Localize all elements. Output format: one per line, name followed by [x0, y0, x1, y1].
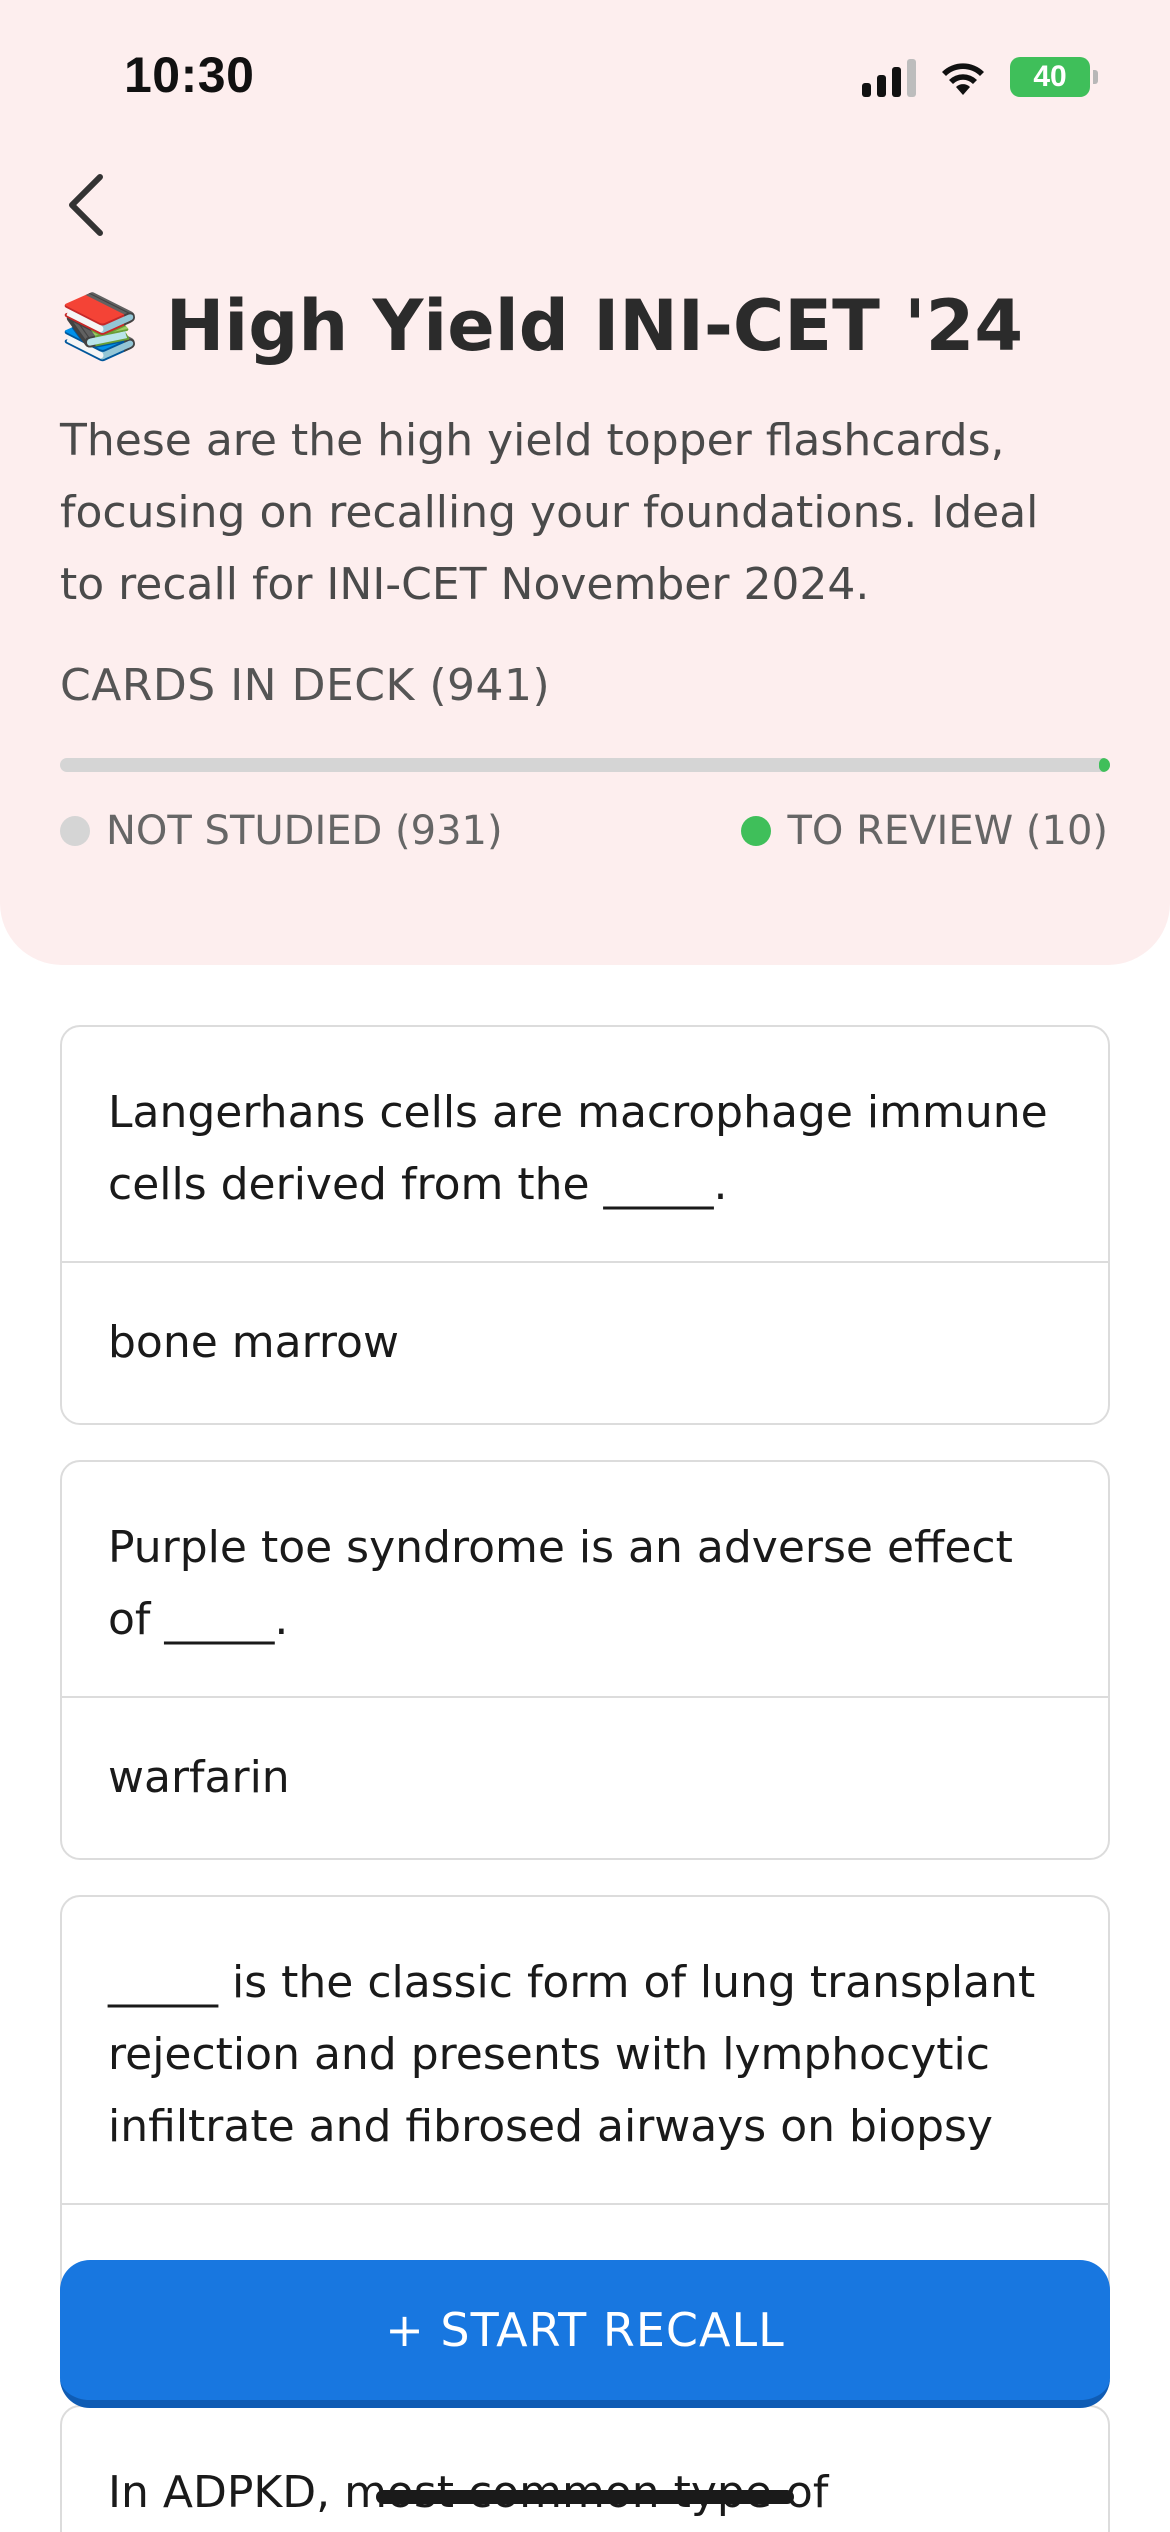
chevron-left-icon	[69, 174, 103, 236]
deck-progress-bar	[60, 758, 1110, 772]
to-review-dot-icon	[741, 816, 772, 846]
flashcard-answer: warfarin	[108, 1752, 290, 1803]
cellular-signal-icon	[862, 57, 916, 97]
to-review-label: TO REVIEW (10)	[787, 808, 1108, 854]
status-icons: 40	[862, 52, 1098, 102]
home-indicator	[376, 2490, 794, 2504]
deck-description: These are the high yield topper flashcar…	[60, 415, 1039, 610]
status-time: 10:30	[124, 47, 255, 103]
books-icon: 📚	[60, 289, 140, 364]
deck-title: 📚 High Yield INI-CET '24	[60, 285, 1023, 367]
progress-fill-to-review	[1098, 758, 1110, 772]
deck-header: 10:30 40 📚 High Yield INI-CET '24 These …	[0, 0, 1170, 965]
flashcard-question: Purple toe syndrome is an adverse effect…	[62, 1462, 1108, 1698]
back-button[interactable]	[56, 165, 116, 245]
not-studied-dot-icon	[60, 816, 90, 846]
battery-level: 40	[1033, 60, 1067, 93]
legend-not-studied: NOT STUDIED (931)	[60, 808, 503, 854]
flashcard-question: _____ is the classic form of lung transp…	[62, 1897, 1108, 2205]
battery-icon: 40	[1010, 57, 1098, 97]
wifi-icon	[942, 63, 984, 95]
deck-title-text: High Yield INI-CET '24	[165, 285, 1024, 367]
flashcard[interactable]: _____ is the classic form of lung transp…	[60, 1895, 1110, 2315]
not-studied-label: NOT STUDIED (931)	[106, 808, 503, 854]
flashcard[interactable]: Langerhans cells are macrophage immune c…	[60, 1025, 1110, 1425]
flashcard[interactable]: Purple toe syndrome is an adverse effect…	[60, 1460, 1110, 1860]
flashcard-question: Langerhans cells are macrophage immune c…	[62, 1027, 1108, 1263]
flashcard-question: In ADPKD, most common type of intracrani…	[108, 2467, 829, 2518]
flashcard[interactable]: In ADPKD, most common type of intracrani…	[60, 2405, 1110, 2532]
cards-in-deck-label: CARDS IN DECK (941)	[60, 660, 551, 711]
flashcard-answer: bone marrow	[108, 1317, 399, 1368]
legend-to-review: TO REVIEW (10)	[741, 808, 1108, 854]
start-recall-button[interactable]: + START RECALL	[60, 2260, 1110, 2408]
